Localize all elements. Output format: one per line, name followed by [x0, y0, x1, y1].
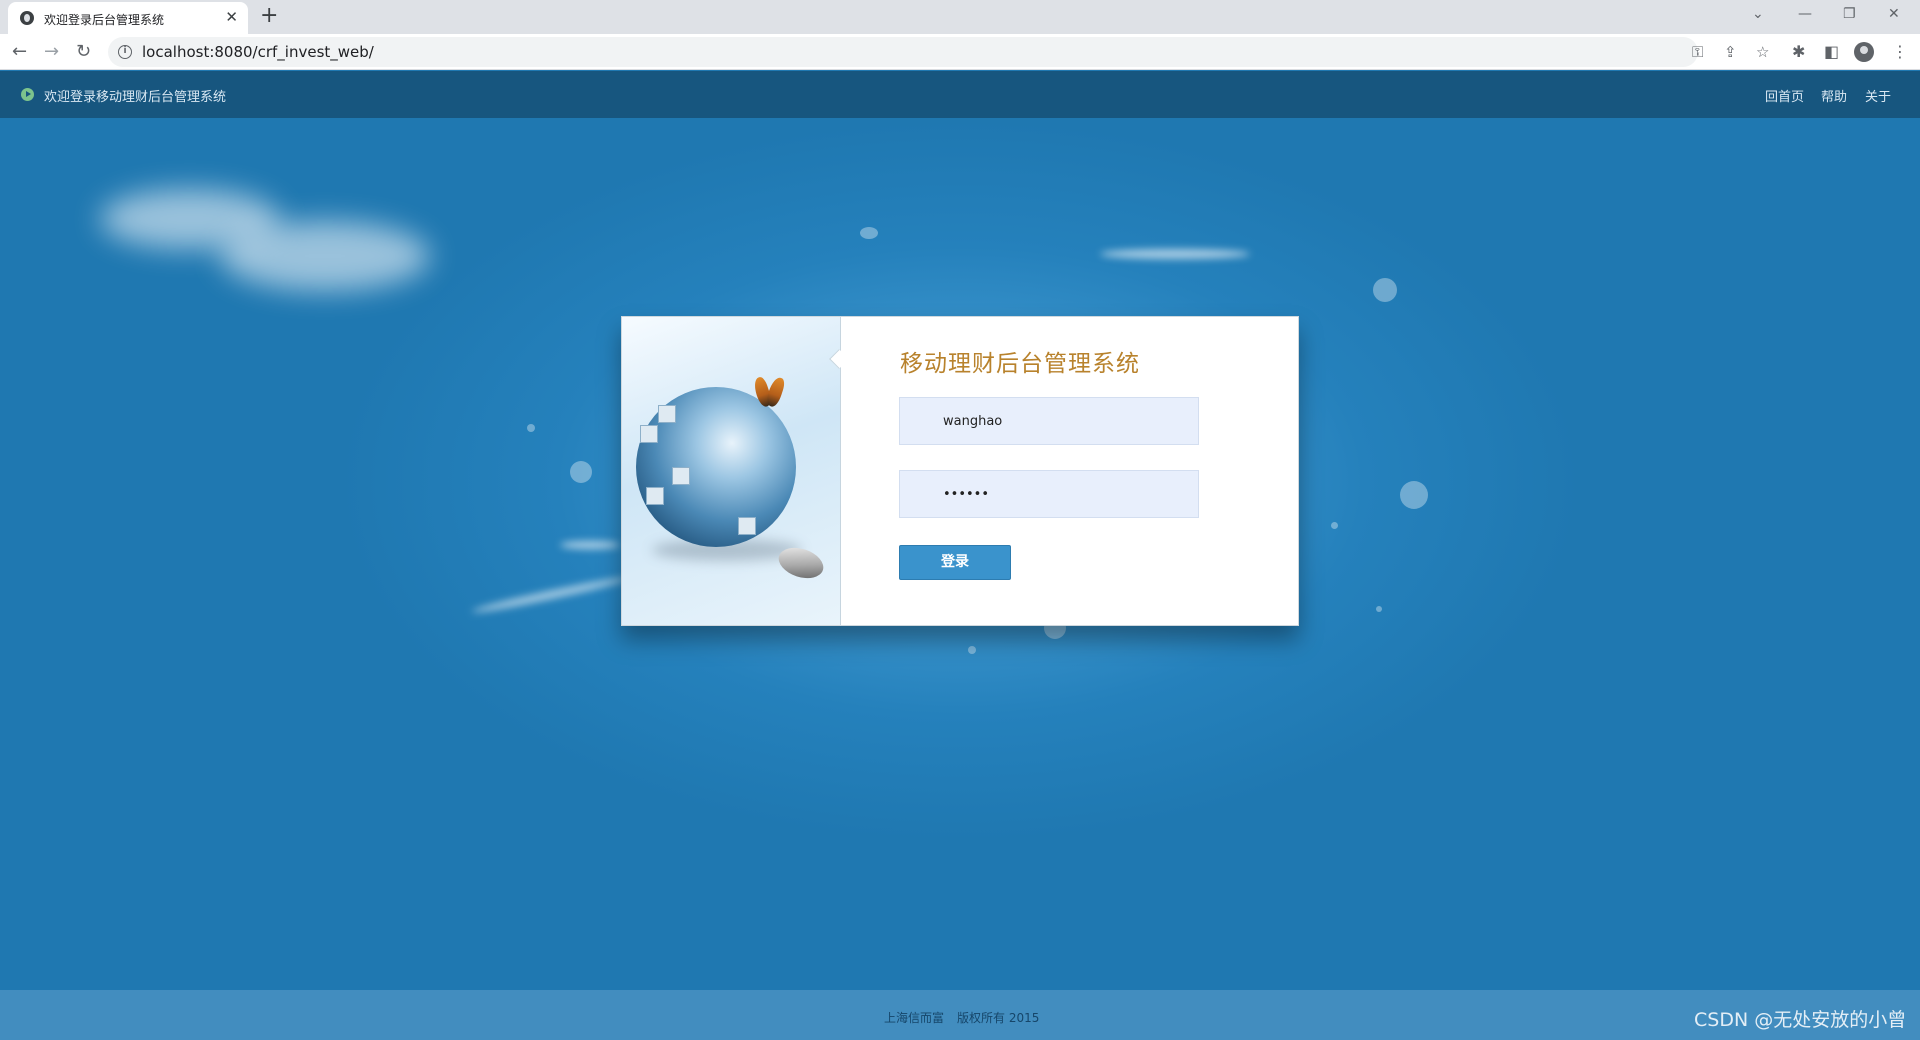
reload-icon[interactable]: ↻	[76, 41, 91, 62]
login-page: 欢迎登录移动理财后台管理系统 回首页 帮助 关于 移动理财后台管理系统 wang…	[0, 71, 1920, 1040]
light-streak-decoration	[1100, 249, 1250, 259]
puzzle-piece-icon	[646, 487, 664, 505]
url-text[interactable]: localhost:8080/crf_invest_web/	[142, 43, 374, 61]
forward-icon[interactable]: →	[44, 41, 59, 62]
bokeh-dot-decoration	[1373, 278, 1397, 302]
browser-toolbar: ← → ↻ i localhost:8080/crf_invest_web/ ⚿…	[0, 34, 1920, 70]
key-icon[interactable]: ⚿	[1692, 43, 1703, 61]
light-streak-decoration	[470, 574, 630, 616]
tab-search-icon[interactable]: ⌄	[1752, 6, 1764, 22]
login-button[interactable]: 登录	[899, 545, 1011, 580]
tab-title: 欢迎登录后台管理系统	[44, 13, 165, 27]
bokeh-dot-decoration	[860, 227, 878, 239]
light-streak-decoration	[560, 541, 620, 549]
password-field[interactable]	[899, 470, 1199, 518]
watermark-text: CSDN @无处安放的小曾	[1694, 1009, 1907, 1031]
page-topbar: 欢迎登录移动理财后台管理系统 回首页 帮助 关于	[0, 71, 1920, 118]
globe-favicon-icon	[20, 11, 34, 25]
browser-tab[interactable]: 欢迎登录后台管理系统 ✕	[8, 2, 248, 34]
login-panel: 移动理财后台管理系统 登录	[621, 316, 1299, 626]
bookmark-star-icon[interactable]: ☆	[1756, 43, 1769, 61]
profile-avatar-icon[interactable]	[1854, 42, 1874, 62]
play-icon	[21, 88, 34, 101]
footer-company: 上海信而富	[884, 1011, 945, 1025]
login-illustration	[622, 317, 841, 625]
close-tab-icon[interactable]: ✕	[225, 8, 238, 26]
new-tab-button[interactable]: +	[260, 3, 278, 28]
page-footer: 上海信而富 版权所有 2015 CSDN @无处安放的小曾	[0, 990, 1920, 1040]
bokeh-dot-decoration	[570, 461, 592, 483]
cloud-decoration	[220, 221, 430, 291]
username-field[interactable]	[899, 397, 1199, 445]
puzzle-piece-icon	[640, 425, 658, 443]
side-panel-icon[interactable]: ◧	[1824, 42, 1839, 61]
puzzle-piece-icon	[738, 517, 756, 535]
menu-kebab-icon[interactable]: ⋮	[1892, 42, 1908, 61]
login-title: 移动理财后台管理系统	[900, 351, 1140, 377]
bokeh-dot-decoration	[527, 424, 535, 432]
password-input[interactable]	[900, 471, 1198, 517]
butterfly-icon	[756, 377, 782, 411]
restore-icon[interactable]: ❐	[1843, 6, 1856, 22]
extensions-icon[interactable]: ✱	[1792, 42, 1805, 61]
share-icon[interactable]: ⇪	[1724, 43, 1737, 61]
close-window-icon[interactable]: ✕	[1888, 6, 1900, 22]
nav-home-link[interactable]: 回首页	[1765, 86, 1804, 105]
puzzle-piece-icon	[672, 467, 690, 485]
username-input[interactable]	[900, 398, 1198, 444]
nav-help-link[interactable]: 帮助	[1821, 86, 1847, 105]
address-bar[interactable]: i localhost:8080/crf_invest_web/ ⚿ ⇪ ☆	[108, 37, 1769, 67]
back-icon[interactable]: ←	[12, 41, 27, 62]
bokeh-dot-decoration	[1331, 522, 1338, 529]
browser-tabbar: 欢迎登录后台管理系统 ✕ + ⌄ — ❐ ✕	[0, 0, 1920, 34]
nav-about-link[interactable]: 关于	[1865, 86, 1891, 105]
bokeh-dot-decoration	[1376, 606, 1382, 612]
site-info-icon[interactable]: i	[118, 45, 132, 59]
puzzle-piece-icon	[658, 405, 676, 423]
footer-copyright: 版权所有 2015	[957, 1011, 1040, 1025]
welcome-text: 欢迎登录移动理财后台管理系统	[44, 90, 227, 105]
minimize-icon[interactable]: —	[1798, 6, 1812, 22]
bokeh-dot-decoration	[1400, 481, 1428, 509]
bokeh-dot-decoration	[968, 646, 976, 654]
